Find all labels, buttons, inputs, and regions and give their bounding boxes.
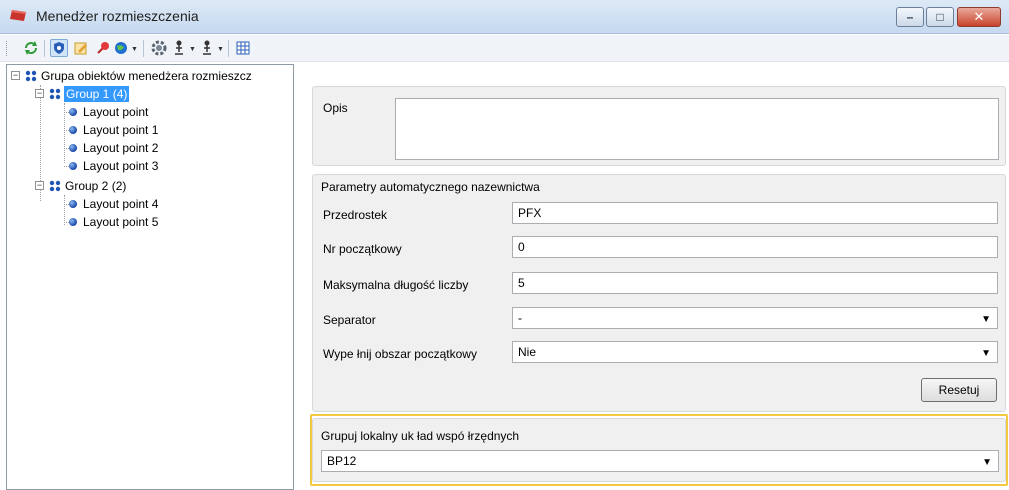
tree-item-label: Group 1 (4): [64, 86, 130, 102]
group-icon: [25, 70, 37, 82]
prefix-label: Przedrostek: [323, 208, 388, 222]
prefix-field[interactable]: PFX: [512, 202, 998, 224]
tree-item-label: Layout point 5: [83, 215, 159, 229]
person-alt-dropdown-icon[interactable]: [198, 39, 216, 57]
tree-item-label: Layout point 2: [83, 141, 159, 155]
person-alt-dropdown-arrow-icon[interactable]: ▼: [217, 46, 224, 53]
toolbar-grip[interactable]: [6, 41, 9, 56]
tree-item-label: Layout point 1: [83, 123, 159, 137]
layout-point-icon: [69, 126, 77, 134]
maximize-button[interactable]: □: [926, 7, 954, 27]
gear-icon[interactable]: [150, 39, 168, 57]
tree-item-label: Layout point 3: [83, 159, 159, 173]
tree-item-layout-point[interactable]: Layout point 1: [69, 121, 219, 139]
toolbar-separator: [228, 40, 229, 57]
naming-section-title: Parametry automatycznego nazewnictwa: [321, 180, 540, 194]
person-dropdown-arrow-icon[interactable]: ▼: [189, 46, 196, 53]
toolbar: ▼ ▼ ▼: [0, 35, 1009, 62]
toolbar-separator: [143, 40, 144, 57]
tree-item-label: Grupa obiektów menedżera rozmieszcz: [41, 69, 252, 83]
close-button[interactable]: ✕: [957, 7, 1001, 27]
grid-icon[interactable]: [234, 39, 252, 57]
minimize-icon: –: [906, 10, 914, 24]
expander-icon[interactable]: −: [35, 181, 44, 190]
description-label: Opis: [323, 101, 348, 115]
tree-item-root[interactable]: − Grupa obiektów menedżera rozmieszcz: [11, 67, 291, 85]
tree-item-layout-point[interactable]: Layout point 2: [69, 139, 219, 157]
layout-point-icon: [69, 218, 77, 226]
expander-icon[interactable]: −: [35, 89, 44, 98]
separator-value: -: [518, 311, 522, 325]
title-bar[interactable]: Menedżer rozmieszczenia – □ ✕: [0, 0, 1009, 34]
start-number-field[interactable]: 0: [512, 236, 998, 258]
layout-point-icon: [69, 108, 77, 116]
fill-start-select[interactable]: Nie ▼: [512, 341, 998, 363]
description-field[interactable]: [395, 98, 999, 160]
group-icon: [49, 180, 61, 192]
tree-item-label: Layout point: [83, 105, 149, 119]
person-dropdown-icon[interactable]: [170, 39, 188, 57]
window-title: Menedżer rozmieszczenia: [36, 8, 199, 24]
layout-point-icon: [69, 200, 77, 208]
reset-button[interactable]: Resetuj: [921, 378, 997, 402]
shield-icon: [54, 42, 64, 54]
chevron-down-icon: ▼: [981, 314, 991, 325]
max-length-field[interactable]: 5: [512, 272, 998, 294]
toolbar-separator: [44, 40, 45, 57]
highlight-frame: [310, 414, 1008, 486]
chevron-down-icon: ▼: [981, 348, 991, 359]
tree-panel[interactable]: − Grupa obiektów menedżera rozmieszcz − …: [6, 64, 294, 490]
pin-icon[interactable]: [94, 39, 112, 57]
start-number-label: Nr początkowy: [323, 242, 402, 256]
tree-item-group[interactable]: − Group 2 (2): [35, 177, 155, 195]
globe-dropdown-icon[interactable]: [112, 39, 130, 57]
app-icon: [10, 10, 26, 21]
fill-start-label: Wype łnij obszar początkowy: [323, 347, 477, 361]
max-length-label: Maksymalna długość liczby: [323, 278, 469, 292]
shield-button[interactable]: [50, 39, 68, 57]
properties-panel: Opis Parametry automatycznego nazewnictw…: [300, 64, 1009, 490]
tree-item-label: Layout point 4: [83, 197, 159, 211]
tree-item-label: Group 2 (2): [65, 179, 127, 193]
refresh-icon[interactable]: [22, 39, 40, 57]
minimize-button[interactable]: –: [896, 7, 924, 27]
separator-label: Separator: [323, 313, 376, 327]
layout-manager-window: Menedżer rozmieszczenia – □ ✕ ▼ ▼ ▼ − Gr…: [0, 0, 1009, 490]
maximize-icon: □: [936, 10, 944, 24]
description-section: Opis: [312, 86, 1006, 166]
naming-section: Parametry automatycznego nazewnictwa Prz…: [312, 174, 1006, 412]
tree-connector: [64, 195, 65, 225]
tree-item-layout-point[interactable]: Layout point 5: [69, 213, 219, 231]
tree-item-layout-point[interactable]: Layout point 3: [69, 157, 219, 175]
layout-point-icon: [69, 162, 77, 170]
fill-start-value: Nie: [518, 345, 537, 359]
close-icon: ✕: [973, 9, 985, 24]
edit-icon[interactable]: [72, 39, 90, 57]
tree-item-group[interactable]: − Group 1 (4): [35, 85, 155, 103]
tree-item-layout-point[interactable]: Layout point: [69, 103, 219, 121]
globe-dropdown-arrow-icon[interactable]: ▼: [131, 46, 138, 53]
expander-icon[interactable]: −: [11, 71, 20, 80]
separator-select[interactable]: - ▼: [512, 307, 998, 329]
group-icon: [49, 88, 61, 100]
tree-item-layout-point[interactable]: Layout point 4: [69, 195, 219, 213]
layout-point-icon: [69, 144, 77, 152]
